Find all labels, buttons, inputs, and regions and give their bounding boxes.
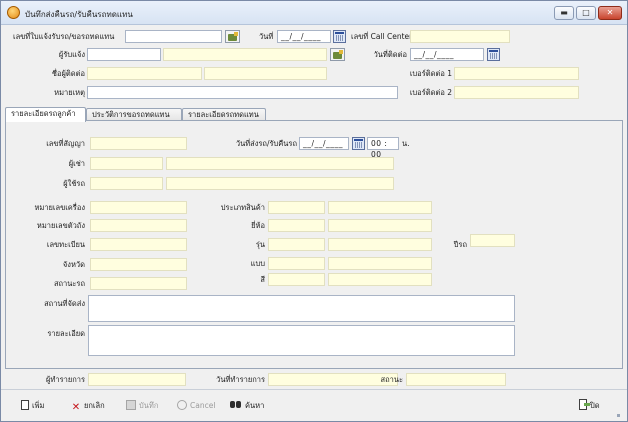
user-name-input [166,177,394,190]
product-type-code-input[interactable] [268,201,325,214]
doc-status-input [406,373,506,386]
close-window-button[interactable]: ✕ [598,6,622,20]
notifier-label: ผู้รับแจ้ง [58,50,85,59]
model-name-input [328,238,432,251]
model-code-input[interactable] [268,238,325,251]
phone1-label: เบอร์ติดต่อ 1 [409,69,452,78]
resize-grip[interactable] [617,414,620,417]
date-label: วันที่ [259,32,274,41]
style-name-input [328,257,432,270]
style-label: แบบ [250,259,265,268]
car-year-input[interactable] [470,234,515,247]
cancel-document-button[interactable]: ✕ ยกเลิก [71,399,105,413]
renter-code-input[interactable] [90,157,163,170]
detail-textarea[interactable] [88,325,515,356]
delete-x-icon: ✕ [71,402,81,413]
car-year-label: ปีรถ [453,240,467,249]
location-textarea[interactable] [88,295,515,322]
contract-input[interactable] [90,137,187,150]
send-time-input[interactable]: 00 : 00 [367,137,399,159]
save-button[interactable]: บันทึก [126,399,158,412]
doc-no-label: เลขที่ใบแจ้งรับรถ/ขอรถทดแทน [13,32,115,41]
app-icon [7,6,20,19]
color-label: สี [260,275,265,284]
exit-button[interactable]: ปิด [579,399,600,412]
renter-name-input [166,157,394,170]
cancel-button[interactable]: Cancel [177,399,215,412]
user-code-input[interactable] [90,177,163,190]
brand-label: ยี่ห้อ [251,221,265,230]
title-bar: บันทึกส่งคืนรถ/รับคืนรถทดแทน ▬ □ ✕ [1,1,627,25]
maximize-button[interactable]: □ [576,6,596,20]
chassis-label: หมายเลขตัวถัง [36,221,85,230]
report-date-label: วันที่ทำรายการ [216,375,265,384]
date-calendar-icon[interactable] [333,30,346,43]
user-label: ผู้ใช้รถ [63,179,85,188]
plate-input[interactable] [90,238,187,251]
search-button[interactable]: ค้นหา [230,399,264,412]
phone1-input[interactable] [454,67,579,80]
model-label: รุ่น [255,240,265,249]
color-code-input[interactable] [268,273,325,286]
reporter-input [88,373,186,386]
time-unit-label: น. [402,139,410,148]
contract-label: เลขที่สัญญา [46,139,85,148]
car-status-label: สถานะรถ [53,279,85,288]
car-status-input[interactable] [90,277,187,290]
contact-date-calendar-icon[interactable] [487,48,500,61]
note-label: หมายเหตุ [54,88,85,97]
minimize-button[interactable]: ▬ [554,6,574,20]
note-input[interactable] [87,86,398,99]
province-input[interactable] [90,258,187,271]
product-type-name-input [328,201,432,214]
send-date-calendar-icon[interactable] [352,137,365,150]
product-type-label: ประเภทสินค้า [220,203,265,212]
reporter-label: ผู้ทำรายการ [46,375,85,384]
save-disk-icon [126,400,136,410]
main-window: บันทึกส่งคืนรถ/รับคืนรถทดแทน ▬ □ ✕ เลขที… [0,0,628,422]
contact-name-label: ชื่อผู้ติดต่อ [51,69,85,78]
add-button[interactable]: เพิ่ม [21,399,44,412]
notifier-name-input [163,48,327,61]
style-code-input[interactable] [268,257,325,270]
engine-input[interactable] [90,201,187,214]
location-label: สถานที่จัดส่ง [44,299,85,308]
exit-door-icon [579,399,590,410]
undo-icon [177,400,187,410]
engine-label: หมายเลขเครื่อง [34,203,85,212]
send-date-label: วันที่ส่งรถ/รับคืนรถ [235,139,297,148]
chassis-input[interactable] [90,219,187,232]
notifier-lookup-icon[interactable] [330,48,345,61]
doc-status-label: สถานะ [380,375,404,384]
bottom-toolbar: เพิ่ม ✕ ยกเลิก บันทึก Cancel ค้นหา ปิด [1,389,627,419]
plate-label: เลขทะเบียน [46,240,85,249]
contact-date-label: วันที่ติดต่อ [373,50,407,59]
brand-code-input[interactable] [268,219,325,232]
phone2-label: เบอร์ติดต่อ 2 [409,88,452,97]
phone2-input[interactable] [454,86,579,99]
color-name-input [328,273,432,286]
notifier-code-input[interactable] [87,48,161,61]
contact-name-input[interactable] [87,67,202,80]
window-title: บันทึกส่งคืนรถ/รับคืนรถทดแทน [25,10,133,19]
contact-surname-input[interactable] [204,67,327,80]
doc-lookup-icon[interactable] [225,30,240,43]
detail-label: รายละเอียด [47,329,85,338]
new-document-icon [21,400,29,410]
callcenter-input[interactable] [410,30,510,43]
date-input[interactable]: __/__/____ [277,30,331,43]
renter-label: ผู้เช่า [68,159,85,168]
tab-strip: รายละเอียดรถลูกค้า ประวัติการขอรถทดแทน ร… [5,107,623,122]
brand-name-input [328,219,432,232]
binoculars-icon [230,399,242,410]
send-date-input[interactable]: __/__/____ [299,137,349,150]
contact-date-input[interactable]: __/__/____ [410,48,484,61]
province-label: จังหวัด [62,260,85,269]
doc-no-input[interactable] [125,30,222,43]
callcenter-label: เลขที่ Call Center [351,32,413,41]
tab-customer-car[interactable]: รายละเอียดรถลูกค้า [5,107,86,122]
